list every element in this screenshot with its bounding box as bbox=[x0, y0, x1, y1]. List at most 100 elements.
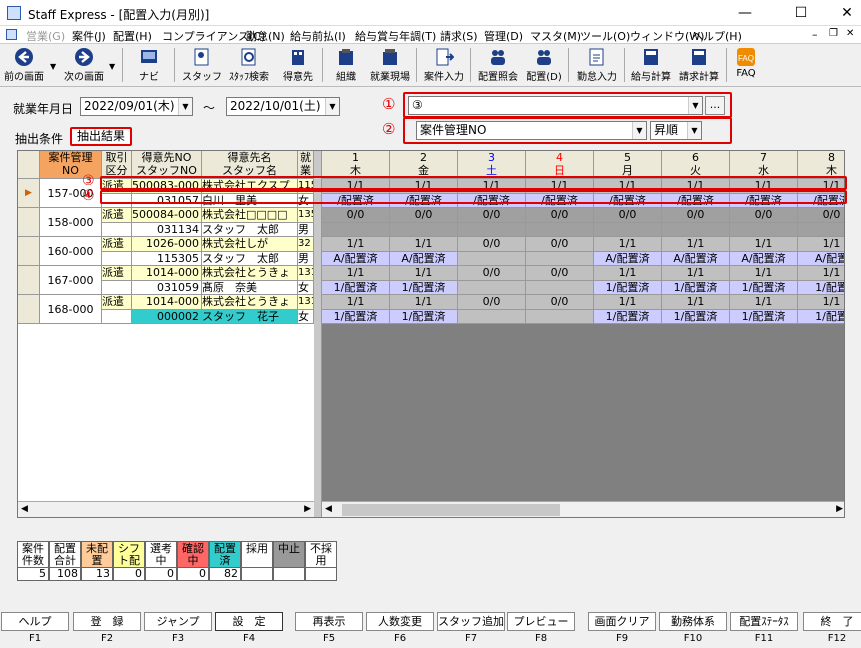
fkey-button-f4[interactable]: 設 定 bbox=[215, 612, 283, 631]
scroll-left-icon[interactable]: ◀ bbox=[21, 504, 28, 514]
customer-name-cell[interactable]: 株式会社□□□□ bbox=[202, 208, 298, 223]
day-status-cell[interactable] bbox=[322, 222, 390, 237]
day-count-cell[interactable]: 0/0 bbox=[594, 208, 662, 223]
case-input-button[interactable]: 案件入力 bbox=[422, 45, 466, 86]
menu-prepay[interactable]: 給与前払(I) bbox=[290, 28, 346, 44]
day-count-cell[interactable]: 1/1 bbox=[662, 295, 730, 310]
menu-help[interactable]: ヘルプ(H) bbox=[692, 28, 742, 44]
day-count-cell[interactable]: 1/1 bbox=[730, 295, 798, 310]
assign-view-button[interactable]: 配置照会 bbox=[476, 45, 520, 86]
staff-no-cell[interactable]: 115305 bbox=[132, 251, 202, 266]
day-status-cell[interactable] bbox=[798, 222, 844, 237]
fkey-button-f1[interactable]: ヘルプ bbox=[1, 612, 69, 631]
day-status-cell[interactable]: A/配置済 bbox=[390, 251, 458, 266]
staff-name-cell[interactable]: 髙原 奈美 bbox=[202, 280, 298, 295]
minimize-icon[interactable]: — bbox=[722, 0, 768, 26]
day-count-cell[interactable]: 1/1 bbox=[390, 237, 458, 252]
day-status-cell[interactable]: A/配置済 bbox=[322, 251, 390, 266]
menu-assign[interactable]: 配置(H) bbox=[113, 28, 152, 44]
staff-no-cell[interactable]: 000002 bbox=[132, 309, 202, 324]
day-count-cell[interactable]: 1/1 bbox=[730, 266, 798, 281]
day-count-cell[interactable]: 1/1 bbox=[322, 237, 390, 252]
day-status-cell[interactable] bbox=[594, 222, 662, 237]
row-indicator[interactable] bbox=[18, 208, 40, 237]
staff-name-cell[interactable]: スタッフ 太郎 bbox=[202, 222, 298, 237]
day-status-cell[interactable] bbox=[458, 280, 526, 295]
fkey-button-f8[interactable]: プレビュー bbox=[507, 612, 575, 631]
day-status-cell[interactable]: A/配置済 bbox=[662, 251, 730, 266]
next-screen-button[interactable]: 次の画面 bbox=[61, 45, 107, 86]
fkey-button-f12[interactable]: 終 了 bbox=[803, 612, 861, 631]
next-dropdown-icon[interactable]: ▼ bbox=[109, 62, 115, 71]
customer-no-cell[interactable]: 1026-000 bbox=[132, 237, 202, 252]
staff-button[interactable]: スタッフ bbox=[182, 45, 222, 86]
day-count-cell[interactable]: 1/1 bbox=[322, 295, 390, 310]
row-indicator[interactable]: ▶ bbox=[18, 179, 40, 208]
day-status-cell[interactable] bbox=[662, 222, 730, 237]
customer-button[interactable]: 得意先 bbox=[278, 45, 318, 86]
day-status-cell[interactable]: 1/配置済 bbox=[390, 280, 458, 295]
day-status-cell[interactable]: 1/配置済 bbox=[594, 309, 662, 324]
customer-name-cell[interactable]: 株式会社とうきょ bbox=[202, 295, 298, 310]
day-count-cell[interactable]: 0/0 bbox=[458, 295, 526, 310]
day-count-cell[interactable]: 0/0 bbox=[458, 237, 526, 252]
fkey-button-f11[interactable]: 配置ｽﾃｰﾀｽ bbox=[730, 612, 798, 631]
day-count-cell[interactable]: 0/0 bbox=[458, 208, 526, 223]
day-count-cell[interactable]: 1/1 bbox=[594, 295, 662, 310]
tab-results[interactable]: 抽出結果 bbox=[70, 127, 132, 146]
day-count-cell[interactable]: 1/1 bbox=[662, 266, 730, 281]
assignment-grid[interactable]: 案件管理 NO 取引 区分 得意先NO スタッフNO 得意先名 スタッフ名就業 1 木 2 金 3 土 4 日… bbox=[17, 150, 845, 518]
date-from-select[interactable]: 2022/09/01(木) ▼ bbox=[80, 97, 193, 116]
scroll-right-icon[interactable]: ▶ bbox=[836, 504, 843, 514]
fkey-button-f9[interactable]: 画面クリア bbox=[588, 612, 656, 631]
sort-key-select[interactable]: 案件管理NO ▼ bbox=[416, 121, 647, 140]
type-cell[interactable]: 派遣 bbox=[102, 237, 132, 252]
customer-no-cell[interactable]: 1014-000 bbox=[132, 266, 202, 281]
day-status-cell[interactable]: 1/配置 bbox=[798, 309, 844, 324]
fkey-button-f5[interactable]: 再表示 bbox=[295, 612, 363, 631]
billing-calc-button[interactable]: 請求計算 bbox=[676, 45, 722, 86]
day-count-cell[interactable]: 1/1 bbox=[798, 295, 844, 310]
day-count-cell[interactable]: 1/1 bbox=[798, 266, 844, 281]
customer-no-cell[interactable]: 500084-000 bbox=[132, 208, 202, 223]
day-status-cell[interactable] bbox=[526, 251, 594, 266]
fkey-button-f7[interactable]: スタッフ追加 bbox=[437, 612, 505, 631]
row-indicator[interactable] bbox=[18, 266, 40, 295]
staff-no-cell[interactable]: 031134 bbox=[132, 222, 202, 237]
day-count-cell[interactable]: 0/0 bbox=[526, 266, 594, 281]
day-status-cell[interactable]: 1/配置済 bbox=[662, 309, 730, 324]
staff-name-cell[interactable]: スタッフ 太郎 bbox=[202, 251, 298, 266]
assign-d-button[interactable]: 配置(D) bbox=[524, 45, 564, 86]
day-status-cell[interactable] bbox=[526, 280, 594, 295]
day-status-cell[interactable] bbox=[526, 222, 594, 237]
prev-screen-button[interactable]: 前の画面 bbox=[2, 45, 46, 86]
day-status-cell[interactable] bbox=[458, 222, 526, 237]
day-status-cell[interactable] bbox=[458, 309, 526, 324]
case-no-cell[interactable]: 160-000 bbox=[40, 237, 102, 266]
day-count-cell[interactable]: 0/0 bbox=[662, 208, 730, 223]
day-count-cell[interactable]: 0/0 bbox=[458, 266, 526, 281]
day-count-cell[interactable]: 1/1 bbox=[322, 266, 390, 281]
staff-search-button[interactable]: ｽﾀｯﾌ検索 bbox=[226, 45, 272, 86]
menu-billing[interactable]: 請求(S) bbox=[440, 28, 478, 44]
day-count-cell[interactable]: 0/0 bbox=[322, 208, 390, 223]
navi-button[interactable]: ナビ bbox=[130, 45, 168, 86]
case-no-cell[interactable]: 158-000 bbox=[40, 208, 102, 237]
menu-salary[interactable]: 給与賞与年調(T) bbox=[355, 28, 436, 44]
row-indicator[interactable] bbox=[18, 295, 40, 324]
customer-name-cell[interactable]: 株式会社とうきょ bbox=[202, 266, 298, 281]
day-status-cell[interactable]: A/配置済 bbox=[594, 251, 662, 266]
right-horizontal-scrollbar[interactable]: ◀ ▶ bbox=[322, 501, 844, 517]
day-count-cell[interactable]: 0/0 bbox=[798, 208, 844, 223]
attendance-input-button[interactable]: 勤怠入力 bbox=[574, 45, 620, 86]
day-count-cell[interactable]: 1/1 bbox=[594, 237, 662, 252]
day-count-cell[interactable]: 1/1 bbox=[594, 266, 662, 281]
day-status-cell[interactable]: 1/配置済 bbox=[390, 309, 458, 324]
org-button[interactable]: 組織 bbox=[328, 45, 364, 86]
fkey-button-f2[interactable]: 登 録 bbox=[73, 612, 141, 631]
option1-select[interactable]: ③ ▼ bbox=[408, 96, 703, 115]
day-count-cell[interactable]: 0/0 bbox=[526, 295, 594, 310]
fkey-button-f3[interactable]: ジャンプ bbox=[144, 612, 212, 631]
day-status-cell[interactable]: 1/配置 bbox=[798, 280, 844, 295]
day-count-cell[interactable]: 0/0 bbox=[390, 208, 458, 223]
